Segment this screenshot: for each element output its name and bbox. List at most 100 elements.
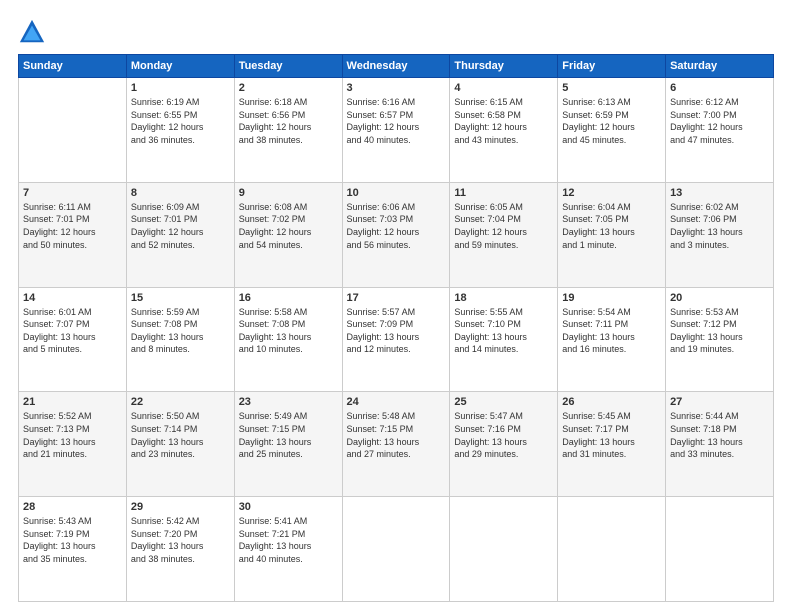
header-cell-sunday: Sunday	[19, 55, 127, 78]
day-number: 30	[239, 501, 338, 513]
day-content: Sunrise: 6:13 AM Sunset: 6:59 PM Dayligh…	[562, 96, 661, 146]
day-content: Sunrise: 6:06 AM Sunset: 7:03 PM Dayligh…	[347, 201, 446, 251]
header-row: SundayMondayTuesdayWednesdayThursdayFrid…	[19, 55, 774, 78]
day-cell	[558, 497, 666, 602]
day-cell: 16 Sunrise: 5:58 AM Sunset: 7:08 PM Dayli…	[234, 287, 342, 392]
day-content: Sunrise: 6:18 AM Sunset: 6:56 PM Dayligh…	[239, 96, 338, 146]
day-content: Sunrise: 5:52 AM Sunset: 7:13 PM Dayligh…	[23, 410, 122, 460]
day-content: Sunrise: 5:45 AM Sunset: 7:17 PM Dayligh…	[562, 410, 661, 460]
day-number: 28	[23, 501, 122, 513]
day-number: 21	[23, 396, 122, 408]
day-cell: 11 Sunrise: 6:05 AM Sunset: 7:04 PM Dayli…	[450, 182, 558, 287]
day-cell: 24 Sunrise: 5:48 AM Sunset: 7:15 PM Dayli…	[342, 392, 450, 497]
day-cell: 9 Sunrise: 6:08 AM Sunset: 7:02 PM Daylig…	[234, 182, 342, 287]
day-content: Sunrise: 5:47 AM Sunset: 7:16 PM Dayligh…	[454, 410, 553, 460]
day-content: Sunrise: 6:15 AM Sunset: 6:58 PM Dayligh…	[454, 96, 553, 146]
day-cell	[450, 497, 558, 602]
day-number: 2	[239, 82, 338, 94]
day-number: 22	[131, 396, 230, 408]
day-cell: 13 Sunrise: 6:02 AM Sunset: 7:06 PM Dayli…	[666, 182, 774, 287]
calendar-body: 1 Sunrise: 6:19 AM Sunset: 6:55 PM Daylig…	[19, 78, 774, 602]
header-cell-friday: Friday	[558, 55, 666, 78]
day-cell	[342, 497, 450, 602]
header-cell-thursday: Thursday	[450, 55, 558, 78]
day-cell: 21 Sunrise: 5:52 AM Sunset: 7:13 PM Dayli…	[19, 392, 127, 497]
day-number: 14	[23, 292, 122, 304]
week-row-3: 14 Sunrise: 6:01 AM Sunset: 7:07 PM Dayli…	[19, 287, 774, 392]
day-cell: 20Sunrise: 5:53 AM Sunset: 7:12 PM Dayli…	[666, 287, 774, 392]
day-content: Sunrise: 5:54 AM Sunset: 7:11 PM Dayligh…	[562, 306, 661, 356]
day-content: Sunrise: 6:19 AM Sunset: 6:55 PM Dayligh…	[131, 96, 230, 146]
day-number: 24	[347, 396, 446, 408]
day-content: Sunrise: 6:02 AM Sunset: 7:06 PM Dayligh…	[670, 201, 769, 251]
day-number: 16	[239, 292, 338, 304]
day-cell: 19 Sunrise: 5:54 AM Sunset: 7:11 PM Dayli…	[558, 287, 666, 392]
day-number: 15	[131, 292, 230, 304]
day-content: Sunrise: 5:58 AM Sunset: 7:08 PM Dayligh…	[239, 306, 338, 356]
day-cell: 28 Sunrise: 5:43 AM Sunset: 7:19 PM Dayli…	[19, 497, 127, 602]
day-number: 23	[239, 396, 338, 408]
day-number: 1	[131, 82, 230, 94]
header-cell-saturday: Saturday	[666, 55, 774, 78]
day-content: Sunrise: 5:42 AM Sunset: 7:20 PM Dayligh…	[131, 515, 230, 565]
day-content: Sunrise: 5:57 AM Sunset: 7:09 PM Dayligh…	[347, 306, 446, 356]
day-cell: 8 Sunrise: 6:09 AM Sunset: 7:01 PM Daylig…	[126, 182, 234, 287]
day-cell: 1 Sunrise: 6:19 AM Sunset: 6:55 PM Daylig…	[126, 78, 234, 183]
day-cell: 30 Sunrise: 5:41 AM Sunset: 7:21 PM Dayli…	[234, 497, 342, 602]
day-content: Sunrise: 6:09 AM Sunset: 7:01 PM Dayligh…	[131, 201, 230, 251]
day-content: Sunrise: 6:08 AM Sunset: 7:02 PM Dayligh…	[239, 201, 338, 251]
day-cell: 15 Sunrise: 5:59 AM Sunset: 7:08 PM Dayli…	[126, 287, 234, 392]
day-number: 5	[562, 82, 661, 94]
day-content: Sunrise: 5:59 AM Sunset: 7:08 PM Dayligh…	[131, 306, 230, 356]
header-cell-monday: Monday	[126, 55, 234, 78]
day-cell: 4 Sunrise: 6:15 AM Sunset: 6:58 PM Daylig…	[450, 78, 558, 183]
day-content: Sunrise: 5:49 AM Sunset: 7:15 PM Dayligh…	[239, 410, 338, 460]
day-cell	[19, 78, 127, 183]
day-number: 6	[670, 82, 769, 94]
day-cell: 10 Sunrise: 6:06 AM Sunset: 7:03 PM Dayli…	[342, 182, 450, 287]
day-cell: 5 Sunrise: 6:13 AM Sunset: 6:59 PM Daylig…	[558, 78, 666, 183]
day-number: 4	[454, 82, 553, 94]
logo-icon	[18, 18, 46, 46]
day-number: 17	[347, 292, 446, 304]
header-cell-wednesday: Wednesday	[342, 55, 450, 78]
day-cell	[666, 497, 774, 602]
week-row-1: 1 Sunrise: 6:19 AM Sunset: 6:55 PM Daylig…	[19, 78, 774, 183]
day-content: Sunrise: 5:48 AM Sunset: 7:15 PM Dayligh…	[347, 410, 446, 460]
day-content: Sunrise: 6:01 AM Sunset: 7:07 PM Dayligh…	[23, 306, 122, 356]
day-content: Sunrise: 6:11 AM Sunset: 7:01 PM Dayligh…	[23, 201, 122, 251]
day-number: 3	[347, 82, 446, 94]
week-row-4: 21 Sunrise: 5:52 AM Sunset: 7:13 PM Dayli…	[19, 392, 774, 497]
day-cell: 12Sunrise: 6:04 AM Sunset: 7:05 PM Dayli…	[558, 182, 666, 287]
day-cell: 17 Sunrise: 5:57 AM Sunset: 7:09 PM Dayli…	[342, 287, 450, 392]
day-number: 27	[670, 396, 769, 408]
day-number: 20	[670, 292, 769, 304]
day-number: 25	[454, 396, 553, 408]
day-cell: 7 Sunrise: 6:11 AM Sunset: 7:01 PM Daylig…	[19, 182, 127, 287]
day-number: 26	[562, 396, 661, 408]
day-number: 19	[562, 292, 661, 304]
day-number: 11	[454, 187, 553, 199]
day-number: 13	[670, 187, 769, 199]
calendar-table: SundayMondayTuesdayWednesdayThursdayFrid…	[18, 54, 774, 602]
day-cell: 27Sunrise: 5:44 AM Sunset: 7:18 PM Dayli…	[666, 392, 774, 497]
day-cell: 14 Sunrise: 6:01 AM Sunset: 7:07 PM Dayli…	[19, 287, 127, 392]
day-number: 12	[562, 187, 661, 199]
day-cell: 26 Sunrise: 5:45 AM Sunset: 7:17 PM Dayli…	[558, 392, 666, 497]
week-row-5: 28 Sunrise: 5:43 AM Sunset: 7:19 PM Dayli…	[19, 497, 774, 602]
day-content: Sunrise: 6:05 AM Sunset: 7:04 PM Dayligh…	[454, 201, 553, 251]
day-cell: 22Sunrise: 5:50 AM Sunset: 7:14 PM Dayli…	[126, 392, 234, 497]
header-cell-tuesday: Tuesday	[234, 55, 342, 78]
day-cell: 3 Sunrise: 6:16 AM Sunset: 6:57 PM Daylig…	[342, 78, 450, 183]
day-content: Sunrise: 5:43 AM Sunset: 7:19 PM Dayligh…	[23, 515, 122, 565]
calendar-header: SundayMondayTuesdayWednesdayThursdayFrid…	[19, 55, 774, 78]
day-content: Sunrise: 6:16 AM Sunset: 6:57 PM Dayligh…	[347, 96, 446, 146]
day-number: 7	[23, 187, 122, 199]
day-content: Sunrise: 5:41 AM Sunset: 7:21 PM Dayligh…	[239, 515, 338, 565]
day-number: 9	[239, 187, 338, 199]
week-row-2: 7 Sunrise: 6:11 AM Sunset: 7:01 PM Daylig…	[19, 182, 774, 287]
day-number: 8	[131, 187, 230, 199]
day-cell: 25 Sunrise: 5:47 AM Sunset: 7:16 PM Dayli…	[450, 392, 558, 497]
day-number: 10	[347, 187, 446, 199]
logo	[18, 18, 50, 46]
